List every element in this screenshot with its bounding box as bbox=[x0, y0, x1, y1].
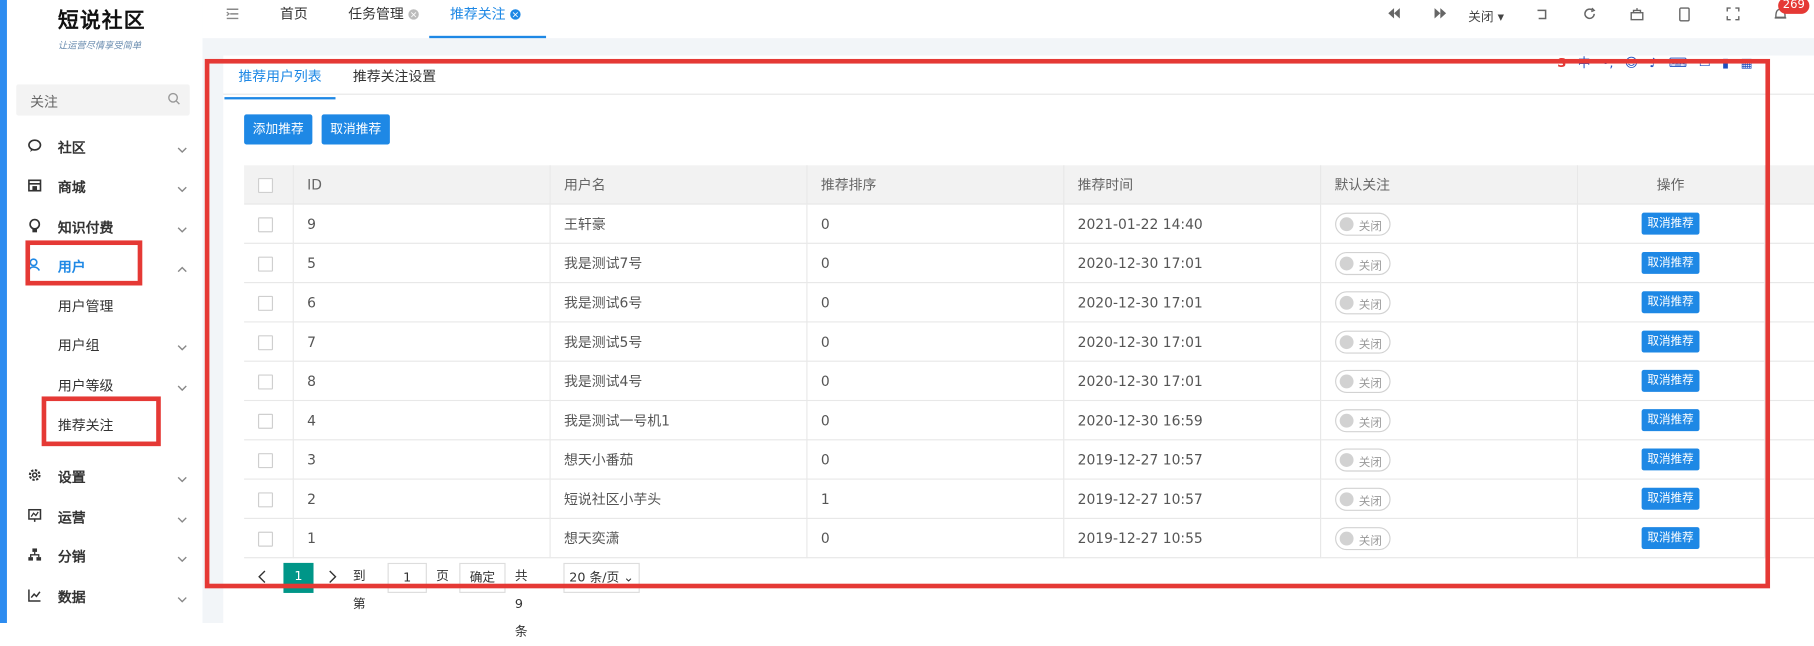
refresh-icon[interactable] bbox=[1583, 7, 1597, 24]
line-chart-icon bbox=[28, 588, 42, 605]
chevron-down-icon bbox=[177, 221, 187, 237]
chevron-down-icon bbox=[177, 339, 187, 355]
sidebar-subitem-user-group[interactable]: 用户组 bbox=[0, 327, 202, 362]
search-icon[interactable] bbox=[168, 92, 181, 108]
chevron-down-icon bbox=[177, 591, 187, 607]
tab-label: 推荐关注 bbox=[450, 5, 506, 22]
sidebar-item-data[interactable]: 数据 bbox=[0, 579, 202, 614]
filler-cell bbox=[1764, 479, 1814, 519]
filler-cell bbox=[1764, 282, 1814, 323]
chevron-down-icon bbox=[177, 180, 187, 196]
sidebar-item-distribution[interactable]: 分销 bbox=[0, 539, 202, 574]
fullscreen-icon[interactable] bbox=[1726, 7, 1740, 24]
sidebar-item-settings[interactable]: 设置 bbox=[0, 459, 202, 494]
sidebar-subitem-label: 用户等级 bbox=[57, 377, 114, 395]
highlight-box-recommend bbox=[41, 396, 161, 447]
sidebar-item-label: 数据 bbox=[57, 589, 86, 606]
sidebar-item-label: 设置 bbox=[57, 469, 86, 486]
chevron-down-icon bbox=[177, 470, 187, 486]
chart-icon bbox=[28, 508, 42, 526]
chevron-down-icon bbox=[177, 511, 187, 527]
sidebar-subitem-label: 用户管理 bbox=[57, 298, 114, 315]
sidebar-item-label: 运营 bbox=[57, 509, 86, 526]
highlight-box-content bbox=[204, 58, 1771, 589]
tab-recommend-follow[interactable]: 推荐关注 × bbox=[429, 0, 547, 39]
chevron-up-icon bbox=[177, 260, 187, 276]
sidebar-item-label: 社区 bbox=[57, 139, 86, 157]
bulb-icon bbox=[28, 218, 42, 236]
filler-cell bbox=[1764, 321, 1814, 362]
sidebar-item-knowledge[interactable]: 知识付费 bbox=[0, 209, 202, 244]
scroll-right-icon[interactable] bbox=[1433, 7, 1447, 23]
caret-down-icon: ▾ bbox=[1493, 9, 1504, 25]
highlight-box-user bbox=[25, 240, 143, 286]
filler-header bbox=[1764, 165, 1814, 205]
back-icon[interactable] bbox=[1535, 7, 1549, 24]
filler-cell bbox=[1764, 518, 1814, 559]
sidebar-item-label: 知识付费 bbox=[57, 219, 114, 236]
sidebar-item-operations[interactable]: 运营 bbox=[0, 499, 202, 534]
sidebar-item-shop[interactable]: 商城 bbox=[0, 169, 202, 204]
tab-home[interactable]: 首页 bbox=[280, 0, 308, 38]
logo-title: 短说社区 bbox=[57, 9, 146, 34]
sidebar: 短说社区 让运营尽情享受简单 关注 社区 商城 知识付费 用户 用户管理 用户组… bbox=[0, 0, 203, 623]
logo[interactable]: 短说社区 让运营尽情享受简单 bbox=[58, 5, 162, 65]
close-icon[interactable]: × bbox=[408, 9, 419, 20]
filler-cell bbox=[1764, 439, 1814, 480]
scroll-left-icon[interactable] bbox=[1387, 7, 1401, 23]
filler-cell bbox=[1764, 400, 1814, 441]
menu-collapse-icon[interactable] bbox=[226, 7, 240, 24]
sidebar-subitem-label: 用户组 bbox=[57, 337, 100, 354]
tab-task-manage[interactable]: 任务管理 × bbox=[348, 0, 419, 38]
filler-cell bbox=[1764, 361, 1814, 402]
gear-icon bbox=[28, 468, 42, 485]
close-tabs-label: 关闭 bbox=[1468, 9, 1494, 25]
filler-cell bbox=[1764, 243, 1814, 284]
sidebar-search-text: 关注 bbox=[30, 93, 58, 110]
theme-icon[interactable] bbox=[1630, 7, 1644, 24]
close-icon[interactable]: × bbox=[510, 9, 521, 20]
chevron-down-icon bbox=[177, 550, 187, 566]
chevron-down-icon bbox=[177, 379, 187, 395]
tab-label: 首页 bbox=[279, 5, 308, 22]
sidebar-subitem-user-manage[interactable]: 用户管理 bbox=[0, 288, 202, 323]
close-tabs-dropdown[interactable]: 关闭 ▾ bbox=[1468, 7, 1504, 25]
mobile-icon[interactable] bbox=[1679, 7, 1691, 25]
sidebar-item-community[interactable]: 社区 bbox=[0, 129, 202, 164]
chevron-down-icon bbox=[177, 141, 187, 157]
notification-badge: 269 bbox=[1778, 0, 1810, 14]
chat-icon bbox=[28, 139, 42, 156]
sidebar-search[interactable]: 关注 bbox=[16, 84, 190, 116]
sidebar-item-label: 分销 bbox=[57, 549, 86, 566]
filler-cell bbox=[1764, 204, 1814, 244]
shop-icon bbox=[28, 178, 42, 195]
sidebar-item-label: 商城 bbox=[57, 179, 86, 196]
tab-label: 任务管理 bbox=[348, 5, 404, 22]
topbar: 首页 任务管理 × 推荐关注 × 关闭 ▾ bbox=[202, 0, 1814, 39]
logo-slogan: 让运营尽情享受简单 bbox=[57, 40, 142, 51]
sitemap-icon bbox=[28, 548, 42, 565]
